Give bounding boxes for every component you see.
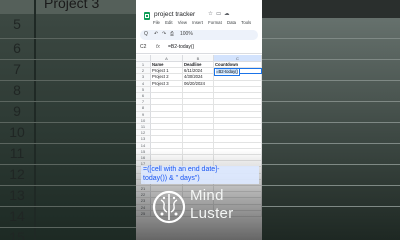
menu-file[interactable]: File [153,20,160,25]
background-row-number: 15 [9,229,25,240]
background-gridline [262,164,400,165]
print-icon[interactable]: ⎙ [170,31,174,37]
menu-bar: File Edit View Insert Format Data Tools [153,20,262,28]
caption-line-1: =([cell with an end date]- [143,166,220,173]
background-gridline [0,101,136,102]
name-box[interactable]: C2 [140,44,146,50]
cloud-icon[interactable]: ☁ [224,11,230,17]
formula-caption: =([cell with an end date]- today()) & " … [141,166,259,184]
background-gridline [262,206,400,207]
background-gridline [262,101,400,102]
menu-format[interactable]: Format [208,20,222,25]
background-divider [34,0,36,240]
background-header-bar [262,0,400,18]
search-icon[interactable]: Q [144,31,148,37]
column-header-a[interactable]: A [151,55,183,62]
formula-bar: C2 fx =B2-today() [136,42,262,54]
background-gridline [0,185,136,186]
redo-icon[interactable]: ↷ [162,31,166,37]
menu-insert[interactable]: Insert [192,20,203,25]
background-row-number: 8 [13,82,21,98]
zoom-select[interactable]: 100% [180,31,193,37]
star-icon[interactable]: ☆ [208,11,213,17]
background-project-cell: Project 3 [0,0,136,14]
background-gridline [0,122,136,123]
folder-icon[interactable]: ▭ [216,11,221,17]
background-gridline [0,38,136,39]
background-gridline [0,164,136,165]
background-left: Project 3 5 6 7 8 9 10 11 12 13 14 15 [0,0,136,240]
background-row-number: 11 [9,145,25,161]
caption-line-2: today()) & " days") [143,175,200,182]
background-gridline [262,80,400,81]
background-right [262,0,400,240]
background-row-number: 5 [13,16,21,32]
background-gridline [0,143,136,144]
watermark-mind: Mind [190,187,224,204]
background-gridline [0,206,136,207]
background-gridline [262,185,400,186]
background-project-text: Project 3 [44,0,100,11]
column-header-b[interactable]: B [183,55,214,62]
background-gridline [0,59,136,60]
background-row-number: 7 [13,61,21,77]
background-gridline [262,59,400,60]
background-row-number: 14 [9,208,25,224]
background-row-number: 12 [9,166,25,182]
menu-view[interactable]: View [178,20,187,25]
sheets-logo-icon[interactable] [144,12,150,20]
background-gridline [262,143,400,144]
background-row-number: 13 [9,187,25,203]
background-gridline [0,227,136,228]
background-gridline [262,122,400,123]
background-gridline [262,38,400,39]
background-row-number: 9 [13,103,21,119]
brain-logo-icon [152,190,186,224]
select-all-corner[interactable] [136,55,151,62]
menu-edit[interactable]: Edit [165,20,172,25]
toolbar: Q ↶ ↷ ⎙ 100% [140,30,258,40]
fx-icon: fx [156,44,160,50]
background-row-number: 10 [9,124,25,140]
column-header-c[interactable]: C [214,55,262,62]
document-title[interactable]: project tracker [154,11,195,18]
menu-data[interactable]: Data [227,20,236,25]
background-row-number: 6 [13,40,21,56]
watermark-luster: Luster [190,205,234,222]
formula-input[interactable]: =B2-today() [168,44,194,50]
undo-icon[interactable]: ↶ [154,31,158,37]
background-gridline [0,80,136,81]
menu-tools[interactable]: Tools [241,20,251,25]
